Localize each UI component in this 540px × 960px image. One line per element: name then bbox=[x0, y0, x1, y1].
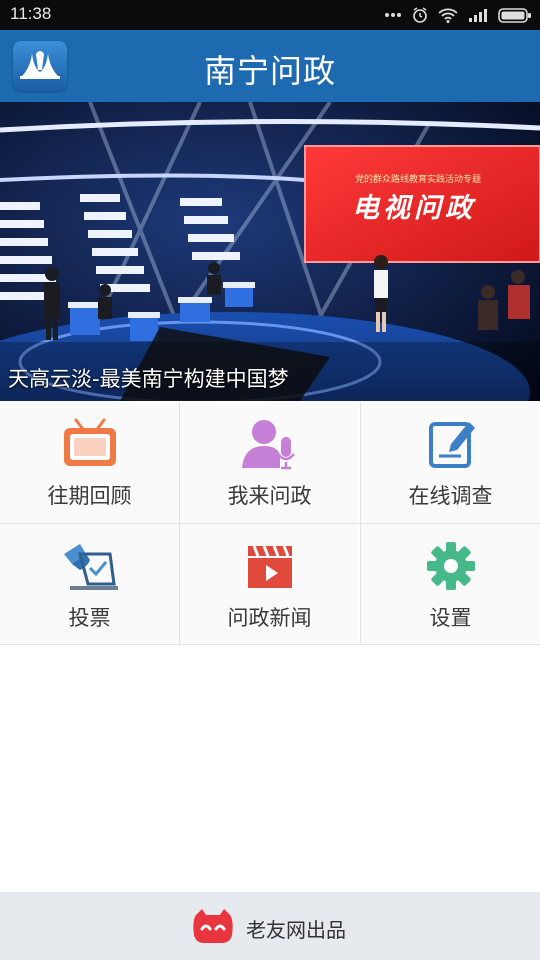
vote-icon bbox=[63, 544, 118, 590]
menu-label: 设置 bbox=[429, 606, 472, 630]
menu-item-news[interactable]: 问政新闻 bbox=[180, 524, 359, 645]
battery-icon bbox=[498, 7, 531, 23]
menu-item-settings[interactable]: 设置 bbox=[361, 524, 540, 645]
user-microphone-icon bbox=[241, 420, 295, 470]
footer: 老友网出品 bbox=[0, 892, 540, 960]
menu-label: 我来问政 bbox=[227, 484, 312, 508]
page-title: 南宁问政 bbox=[203, 52, 336, 90]
signal-icon bbox=[469, 9, 487, 22]
banner-image bbox=[0, 102, 540, 401]
menu-grid: 往期回顾 我来问政 在线调查 投票 问政新闻 设置 bbox=[0, 402, 540, 645]
status-icons bbox=[384, 5, 532, 25]
grid-divider bbox=[0, 523, 540, 524]
screen-text: 电视问政 bbox=[352, 193, 476, 224]
grid-divider bbox=[0, 644, 540, 645]
video-clapper-icon bbox=[247, 545, 292, 588]
alarm-icon bbox=[413, 7, 427, 23]
app-bar: 南宁问政 bbox=[0, 30, 540, 102]
tv-icon bbox=[63, 418, 116, 466]
menu-label: 问政新闻 bbox=[227, 606, 312, 630]
edit-icon bbox=[428, 422, 475, 468]
menu-item-review[interactable]: 往期回顾 bbox=[0, 402, 179, 523]
laoyou-logo-icon bbox=[193, 909, 233, 943]
status-bar: 11:38 bbox=[0, 0, 540, 30]
gear-icon bbox=[426, 542, 475, 590]
menu-item-survey[interactable]: 在线调查 bbox=[361, 402, 540, 523]
wifi-icon bbox=[438, 8, 458, 23]
screen-subtitle: 党的群众路线教育实践活动专题 bbox=[355, 175, 482, 185]
footer-credit: 老友网出品 bbox=[246, 918, 346, 942]
menu-label: 投票 bbox=[68, 606, 111, 630]
menu-item-ask[interactable]: 我来问政 bbox=[180, 402, 359, 523]
menu-label: 在线调查 bbox=[408, 484, 493, 508]
banner-carousel[interactable]: 党的群众路线教育实践活动专题 电视问政 天高云淡-最美南宁构建中国梦 bbox=[0, 102, 540, 401]
status-time: 11:38 bbox=[10, 4, 52, 23]
banner-caption: 天高云淡-最美南宁构建中国梦 bbox=[8, 367, 289, 391]
menu-item-vote[interactable]: 投票 bbox=[0, 524, 179, 645]
more-dots-icon bbox=[385, 13, 401, 17]
menu-label: 往期回顾 bbox=[47, 484, 132, 508]
